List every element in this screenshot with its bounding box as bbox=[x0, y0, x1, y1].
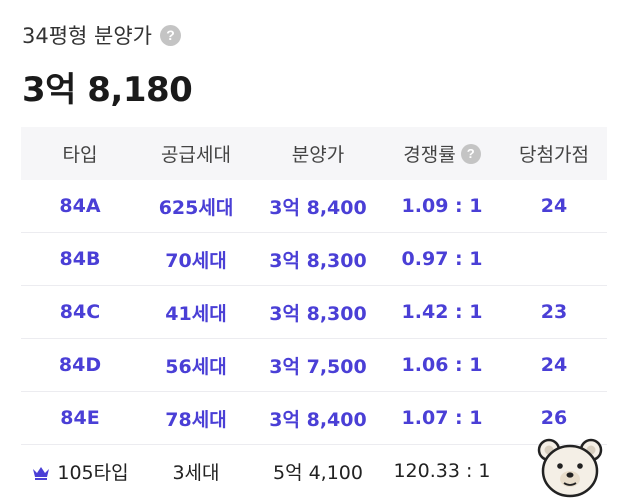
cell-type: 84D bbox=[21, 338, 139, 392]
question-circle-icon[interactable]: ? bbox=[160, 24, 181, 46]
price-title: 3억 8,180 bbox=[22, 70, 193, 110]
subtitle-text: 34평형 분양가 bbox=[22, 24, 152, 48]
cell-competition: 120.33 : 1 bbox=[393, 460, 491, 482]
cell-competition: 1.07 : 1 bbox=[383, 391, 501, 445]
unit-type-table: 타입 공급세대 분양가 경쟁률 ? 당첨가점 84A 625세대 3억 8,40… bbox=[21, 127, 607, 497]
size-subtitle: 34평형 분양가 ? bbox=[22, 18, 192, 52]
column-header-competition-label: 경쟁률 bbox=[403, 144, 456, 166]
cell-price: 3억 8,300 bbox=[253, 232, 383, 286]
cell-type: 84B bbox=[21, 232, 139, 286]
cell-price: 3억 8,400 bbox=[253, 180, 383, 233]
cell-units: 70세대 bbox=[139, 232, 253, 286]
crown-icon bbox=[31, 465, 51, 481]
cell-units: 3세대 bbox=[172, 461, 220, 484]
cell-price: 3억 7,500 bbox=[253, 338, 383, 392]
cell-type: 84A bbox=[21, 180, 139, 233]
cell-price: 5억 4,100 bbox=[272, 461, 363, 484]
cell-price: 3억 8,300 bbox=[253, 285, 383, 339]
cell-competition: 1.42 : 1 bbox=[383, 285, 501, 339]
price-header: 34평형 분양가 ? 3억 8,180 bbox=[22, 18, 193, 111]
question-circle-icon[interactable]: ? bbox=[460, 143, 481, 164]
column-header-competition: 경쟁률 ? bbox=[383, 127, 501, 180]
table-header-row: 타입 공급세대 분양가 경쟁률 ? 당첨가점 bbox=[21, 127, 607, 180]
cell-units: 625세대 bbox=[139, 180, 253, 233]
table-row[interactable]: 84E 78세대 3억 8,400 1.07 : 1 26 bbox=[21, 391, 607, 445]
cell-score bbox=[501, 232, 607, 286]
cell-competition: 1.06 : 1 bbox=[383, 338, 501, 392]
column-header-score: 당첨가점 bbox=[501, 127, 607, 180]
cell-price: 3억 8,400 bbox=[253, 391, 383, 445]
cell-units: 78세대 bbox=[139, 391, 253, 445]
table-row-premium[interactable]: 105타입 3세대 5억 4,100 120.33 : 1 bbox=[21, 445, 607, 498]
table-row[interactable]: 84B 70세대 3억 8,300 0.97 : 1 bbox=[21, 232, 607, 286]
cell-score: 24 bbox=[501, 338, 607, 392]
table-row[interactable]: 84A 625세대 3억 8,400 1.09 : 1 24 bbox=[21, 180, 607, 233]
cell-units: 56세대 bbox=[139, 338, 253, 392]
cell-type: 105타입 bbox=[21, 445, 139, 498]
cell-type-label: 105타입 bbox=[57, 461, 129, 484]
bear-mascot-icon[interactable] bbox=[537, 436, 603, 498]
cell-type: 84C bbox=[21, 285, 139, 339]
column-header-units: 공급세대 bbox=[139, 127, 253, 180]
cell-score: 23 bbox=[501, 285, 607, 339]
column-header-price: 분양가 bbox=[253, 127, 383, 180]
table-row[interactable]: 84C 41세대 3억 8,300 1.42 : 1 23 bbox=[21, 285, 607, 339]
column-header-type: 타입 bbox=[21, 127, 139, 180]
cell-units: 41세대 bbox=[139, 285, 253, 339]
cell-score: 24 bbox=[501, 180, 607, 233]
cell-type: 84E bbox=[21, 391, 139, 445]
cell-competition: 0.97 : 1 bbox=[383, 232, 501, 286]
cell-competition: 1.09 : 1 bbox=[383, 180, 501, 233]
table-row[interactable]: 84D 56세대 3억 7,500 1.06 : 1 24 bbox=[21, 338, 607, 392]
